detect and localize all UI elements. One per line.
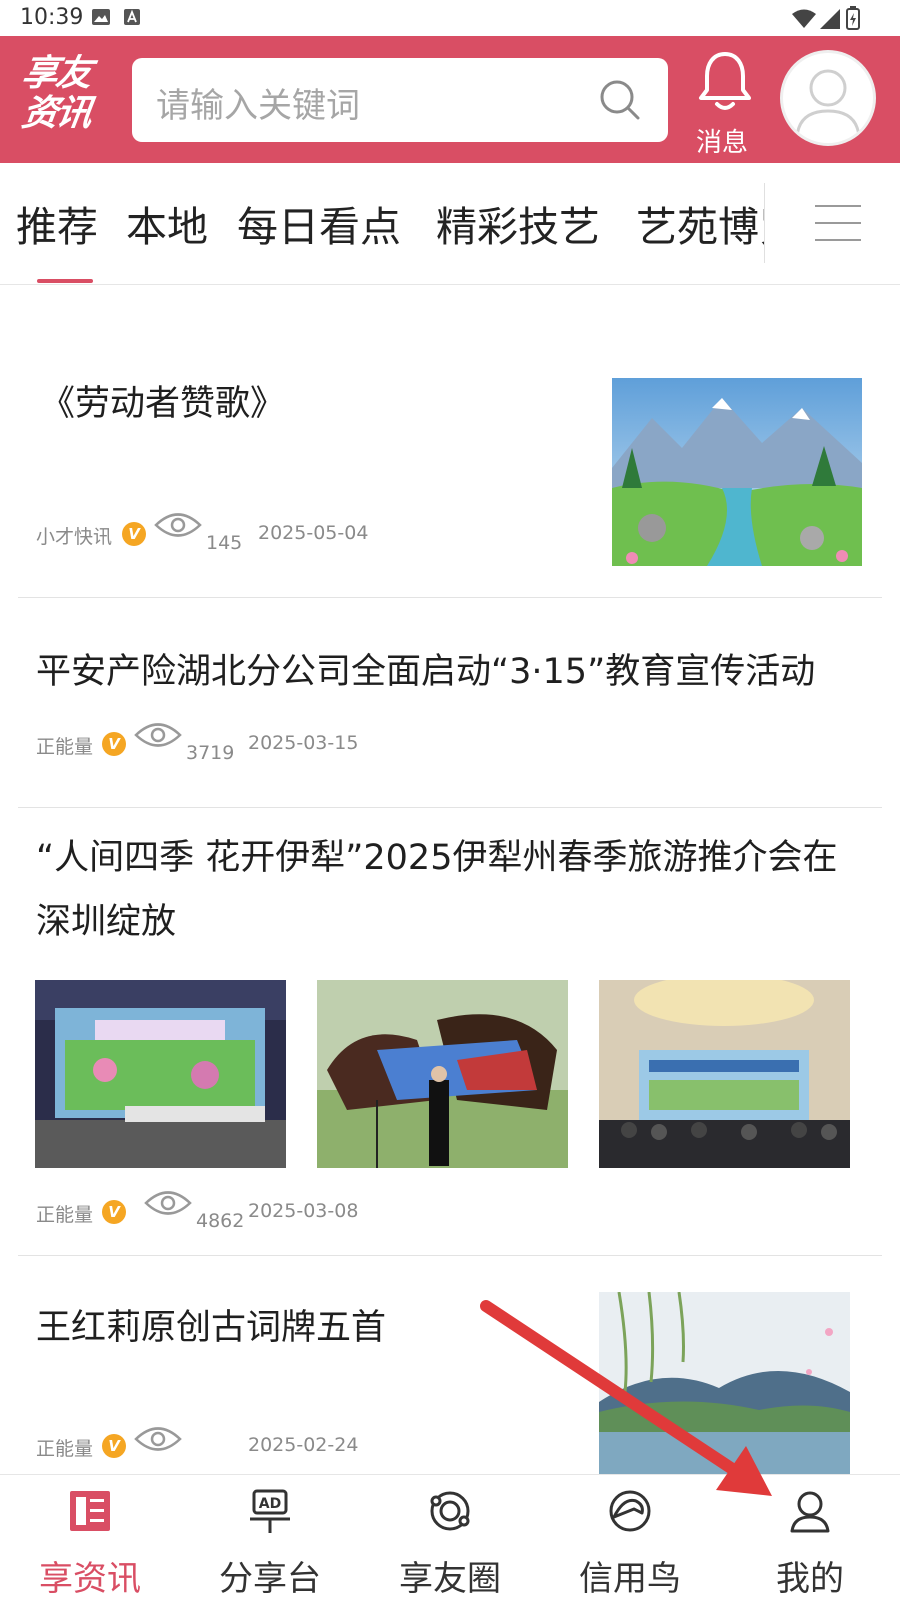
- search-icon[interactable]: [598, 78, 642, 122]
- default-avatar-icon: [795, 69, 861, 138]
- bottom-nav: 享资讯 AD 分享台 享友圈 信用鸟 我的: [0, 1474, 900, 1600]
- article-title[interactable]: 平安产险湖北分公司全面启动“3·15”教育宣传活动: [36, 640, 866, 704]
- orbit-icon: [430, 1491, 470, 1531]
- list-item[interactable]: “人间四季 花开伊犁”2025伊犁州春季旅游推介会在深圳绽放 正能量 V 486…: [18, 808, 882, 1256]
- article-source: 小才快讯: [36, 526, 113, 548]
- view-count: 3719: [186, 742, 235, 764]
- logo-text-line1: 享友: [19, 53, 93, 94]
- active-tab-indicator: [37, 279, 93, 283]
- article-title[interactable]: “人间四季 花开伊犁”2025伊犁州春季旅游推介会在深圳绽放: [36, 826, 856, 954]
- article-title[interactable]: 王红莉原创古词牌五首: [36, 1296, 556, 1360]
- article-source: 正能量: [36, 1438, 94, 1460]
- eye-icon: [144, 1191, 192, 1215]
- article-date: 2025-03-08: [248, 1200, 359, 1222]
- view-count: 4862: [196, 1210, 245, 1232]
- tab-recommend[interactable]: 推荐: [16, 193, 98, 253]
- bell-icon: [699, 52, 751, 110]
- article-image-1[interactable]: [35, 980, 286, 1168]
- nav-label: 享资讯: [39, 1559, 141, 1599]
- verified-badge-icon: V: [102, 1434, 126, 1458]
- image-notification-icon: [92, 9, 110, 25]
- article-title[interactable]: 《劳动者赞歌》: [40, 372, 560, 436]
- eye-icon: [134, 1427, 182, 1451]
- article-date: 2025-02-24: [248, 1434, 359, 1456]
- article-image-3[interactable]: [599, 980, 850, 1168]
- nav-label: 享友圈: [399, 1559, 501, 1599]
- list-item[interactable]: 平安产险湖北分公司全面启动“3·15”教育宣传活动 正能量 V 3719 202…: [18, 598, 882, 808]
- eye-icon: [134, 723, 182, 747]
- messages-button[interactable]: 消息: [690, 46, 760, 158]
- search-placeholder: 请输入关键词: [156, 86, 360, 126]
- tab-skills[interactable]: 精彩技艺: [436, 193, 600, 253]
- list-item[interactable]: 王红莉原创古词牌五首 正能量 V 2025-02-24: [18, 1256, 882, 1474]
- ad-board-icon: AD: [250, 1489, 290, 1533]
- nav-mine[interactable]: 我的: [720, 1475, 900, 1600]
- view-count: 145: [206, 532, 243, 554]
- verified-badge-icon: V: [102, 732, 126, 756]
- logo-text-line2: 资讯: [19, 93, 93, 134]
- verified-badge-icon: V: [102, 1200, 126, 1224]
- signal-icon: [820, 9, 840, 29]
- svg-text:AD: AD: [259, 1496, 281, 1512]
- article-source: 正能量: [36, 1204, 94, 1226]
- nav-news[interactable]: 享资讯: [0, 1475, 180, 1600]
- nav-circle[interactable]: 享友圈: [360, 1475, 540, 1600]
- nav-label: 我的: [776, 1559, 844, 1599]
- article-source: 正能量: [36, 736, 94, 758]
- news-feed: 《劳动者赞歌》 小才快讯 V 145 2025-05-04 平安产险湖北分公司全…: [0, 286, 900, 1474]
- nav-label: 信用鸟: [579, 1559, 681, 1599]
- messages-label: 消息: [696, 128, 749, 158]
- bird-icon: [609, 1490, 651, 1532]
- article-image-2[interactable]: [317, 980, 568, 1168]
- search-input[interactable]: 请输入关键词: [132, 58, 668, 142]
- app-logo: 享友 资讯: [19, 53, 122, 142]
- wifi-icon: [792, 9, 816, 28]
- nav-label: 分享台: [219, 1559, 321, 1599]
- menu-icon[interactable]: [815, 205, 861, 245]
- app-header: 享友 资讯 请输入关键词 消息: [0, 36, 900, 163]
- person-icon: [790, 1491, 830, 1533]
- article-thumbnail[interactable]: [599, 1292, 850, 1474]
- eye-icon: [154, 513, 202, 537]
- avatar[interactable]: [780, 50, 876, 146]
- category-tabs: 推荐 本地 每日看点 精彩技艺 艺苑博览: [0, 163, 900, 285]
- tab-local[interactable]: 本地: [126, 193, 208, 253]
- tabs-divider: [764, 183, 776, 263]
- article-date: 2025-03-15: [248, 732, 359, 754]
- app-notification-icon: [124, 9, 140, 25]
- nav-share[interactable]: AD 分享台: [180, 1475, 360, 1600]
- nav-credit-bird[interactable]: 信用鸟: [540, 1475, 720, 1600]
- battery-icon: [846, 6, 860, 30]
- list-item[interactable]: 《劳动者赞歌》 小才快讯 V 145 2025-05-04: [18, 286, 882, 598]
- news-icon: [70, 1491, 110, 1531]
- article-date: 2025-05-04: [258, 522, 369, 544]
- status-time: 10:39: [20, 5, 84, 30]
- article-thumbnail[interactable]: [612, 378, 862, 566]
- tab-daily-highlights[interactable]: 每日看点: [237, 193, 401, 253]
- verified-badge-icon: V: [122, 522, 146, 546]
- status-bar: 10:39: [0, 0, 900, 36]
